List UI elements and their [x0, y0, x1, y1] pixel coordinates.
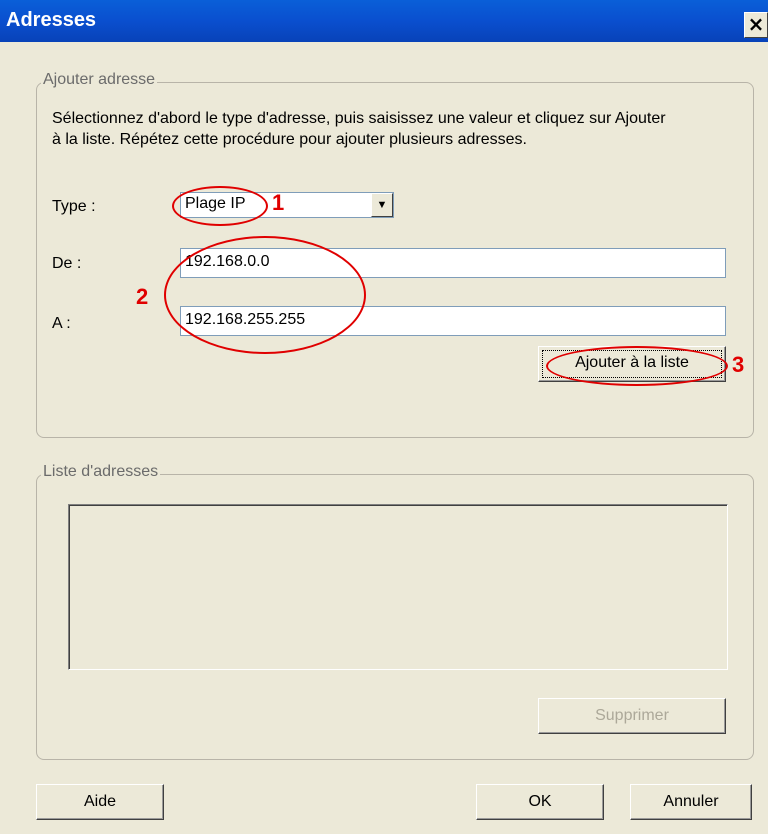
type-select[interactable]: Plage IP ▼ [180, 192, 394, 218]
close-icon[interactable]: × [744, 12, 768, 38]
delete-button[interactable]: Supprimer [538, 698, 726, 734]
address-list-legend: Liste d'adresses [41, 463, 161, 481]
type-select-value: Plage IP [185, 195, 246, 212]
annotation-number-2: 2 [136, 284, 149, 309]
chevron-down-icon[interactable]: ▼ [371, 193, 393, 217]
title-bar: Adresses × [0, 0, 768, 42]
help-button[interactable]: Aide [36, 784, 164, 820]
type-label: Type : [52, 198, 96, 215]
add-to-list-button[interactable]: Ajouter à la liste [538, 346, 726, 382]
annotation-number-3: 3 [732, 352, 745, 377]
from-field[interactable]: 192.168.0.0 [180, 248, 726, 278]
window-title: Adresses [6, 9, 97, 31]
address-listbox[interactable] [68, 504, 728, 670]
instructions-text: Sélectionnez d'abord le type d'adresse, … [52, 110, 666, 148]
to-label: A : [52, 315, 71, 332]
from-label: De : [52, 255, 82, 272]
add-address-legend: Ajouter adresse [41, 71, 158, 89]
cancel-button[interactable]: Annuler [630, 784, 752, 820]
to-field[interactable]: 192.168.255.255 [180, 306, 726, 336]
annotation-number-1: 1 [272, 190, 285, 215]
ok-button[interactable]: OK [476, 784, 604, 820]
